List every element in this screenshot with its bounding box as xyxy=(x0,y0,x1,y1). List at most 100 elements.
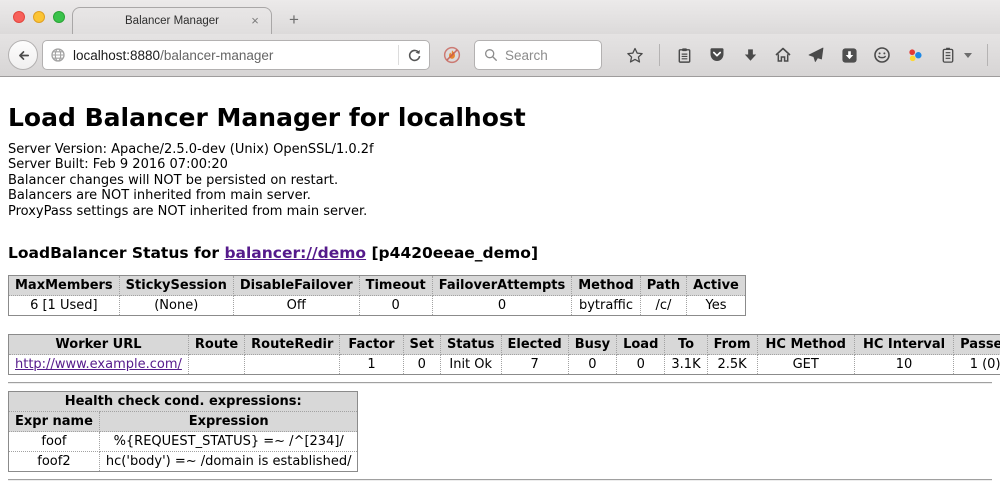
worker-data-row: http://www.example.com/ 1 0 Init Ok 7 0 … xyxy=(9,355,1000,375)
col-set: Set xyxy=(403,335,440,355)
worker-url-link[interactable]: http://www.example.com/ xyxy=(15,357,182,372)
col-passes: Passes xyxy=(954,335,1000,355)
dark-download-box-icon[interactable] xyxy=(840,46,858,64)
col-active: Active xyxy=(687,276,746,296)
cell-route xyxy=(188,355,244,375)
col-route: Route xyxy=(188,335,244,355)
bottom-rule xyxy=(8,479,992,481)
tab-balancer-manager[interactable]: Balancer Manager × xyxy=(72,7,272,34)
col-path: Path xyxy=(640,276,686,296)
cell-hc-method: GET xyxy=(757,355,854,375)
server-version-line: Server Version: Apache/2.5.0-dev (Unix) … xyxy=(8,142,992,157)
cell-elected: 7 xyxy=(501,355,568,375)
url-domain: localhost:8880 xyxy=(73,48,160,63)
dropdown-caret-icon[interactable] xyxy=(964,53,972,58)
downloads-arrow-icon[interactable] xyxy=(741,46,759,64)
back-icon xyxy=(14,46,32,64)
status-heading-prefix: LoadBalancer Status for xyxy=(8,244,224,262)
cell-expr-name-foof: foof xyxy=(9,432,100,452)
balancer-summary-table: MaxMembers StickySession DisableFailover… xyxy=(8,275,746,316)
window-controls xyxy=(13,11,65,23)
status-heading-suffix: [p4420eeae_demo] xyxy=(366,244,538,262)
col-maxmembers: MaxMembers xyxy=(9,276,120,296)
col-status: Status xyxy=(440,335,501,355)
col-load: Load xyxy=(617,335,665,355)
cell-expression-foof2: hc('body') =~ /domain is established/ xyxy=(99,452,358,472)
home-icon[interactable] xyxy=(774,46,792,64)
globe-icon xyxy=(49,46,67,64)
loadbalancer-status-heading: LoadBalancer Status for balancer://demo … xyxy=(8,244,992,262)
divider-rule xyxy=(8,382,992,384)
toolbar-icons xyxy=(626,44,1000,66)
health-row-foof2: foof2 hc('body') =~ /domain is establish… xyxy=(9,452,358,472)
search-input[interactable]: Search xyxy=(474,40,602,70)
close-window-button[interactable] xyxy=(13,11,25,23)
col-expr-name: Expr name xyxy=(9,412,100,432)
col-timeout: Timeout xyxy=(359,276,432,296)
pocket-icon[interactable] xyxy=(708,46,726,64)
cell-failoverattempts: 0 xyxy=(432,296,572,316)
cell-path: /c/ xyxy=(640,296,686,316)
url-bar[interactable]: localhost:8880/balancer-manager xyxy=(42,40,430,70)
title-bar: Balancer Manager × + xyxy=(0,0,1000,34)
smiley-chat-icon[interactable] xyxy=(873,46,891,64)
cell-maxmembers: 6 [1 Used] xyxy=(9,296,120,316)
col-hc-interval: HC Interval xyxy=(854,335,953,355)
cell-factor: 1 xyxy=(340,355,403,375)
browser-window: Balancer Manager × + localhost:8880/bala… xyxy=(0,0,1000,491)
health-row-foof: foof %{REQUEST_STATUS} =~ /^[234]/ xyxy=(9,432,358,452)
col-to: To xyxy=(665,335,707,355)
url-path: /balancer-manager xyxy=(160,48,273,63)
bookmark-star-icon[interactable] xyxy=(626,46,644,64)
search-icon xyxy=(482,46,500,64)
cell-busy: 0 xyxy=(568,355,616,375)
cell-timeout: 0 xyxy=(359,296,432,316)
col-from: From xyxy=(707,335,757,355)
cell-to: 3.1K xyxy=(665,355,707,375)
col-hc-method: HC Method xyxy=(757,335,854,355)
url-text[interactable]: localhost:8880/balancer-manager xyxy=(73,48,392,63)
paper-plane-icon[interactable] xyxy=(807,46,825,64)
col-elected: Elected xyxy=(501,335,568,355)
page-content: Load Balancer Manager for localhost Serv… xyxy=(0,77,1000,481)
col-disablefailover: DisableFailover xyxy=(233,276,359,296)
reload-icon[interactable] xyxy=(405,46,423,64)
zoom-window-button[interactable] xyxy=(53,11,65,23)
balancer-demo-link[interactable]: balancer://demo xyxy=(224,244,366,262)
proxypass-warning-line: ProxyPass settings are NOT inherited fro… xyxy=(8,204,992,219)
col-routeredir: RouteRedir xyxy=(245,335,340,355)
cell-method: bytraffic xyxy=(572,296,640,316)
col-method: Method xyxy=(572,276,640,296)
cell-expression-foof: %{REQUEST_STATUS} =~ /^[234]/ xyxy=(99,432,358,452)
urlbar-divider xyxy=(398,45,399,65)
cell-routeredir xyxy=(245,355,340,375)
cell-worker-url: http://www.example.com/ xyxy=(9,355,189,375)
cell-passes: 1 (0) xyxy=(954,355,1000,375)
cell-load: 0 xyxy=(617,355,665,375)
battery-extension-icon[interactable] xyxy=(939,46,957,64)
col-worker-url: Worker URL xyxy=(9,335,189,355)
health-check-table: Health check cond. expressions: Expr nam… xyxy=(8,391,358,472)
col-busy: Busy xyxy=(568,335,616,355)
health-title-row: Health check cond. expressions: xyxy=(9,392,358,412)
colored-dots-extension-icon[interactable] xyxy=(906,46,924,64)
col-factor: Factor xyxy=(340,335,403,355)
cell-expr-name-foof2: foof2 xyxy=(9,452,100,472)
server-info-block: Server Version: Apache/2.5.0-dev (Unix) … xyxy=(8,142,992,219)
page-title: Load Balancer Manager for localhost xyxy=(8,77,992,142)
flame-blocked-icon xyxy=(443,46,461,64)
new-tab-button[interactable]: + xyxy=(283,9,305,31)
tab-title: Balancer Manager xyxy=(125,15,219,27)
navigation-toolbar: localhost:8880/balancer-manager Search xyxy=(0,34,1000,77)
flame-blocked-button[interactable] xyxy=(438,41,466,69)
minimize-window-button[interactable] xyxy=(33,11,45,23)
inherit-warning-line: Balancers are NOT inherited from main se… xyxy=(8,188,992,203)
worker-header-row: Worker URL Route RouteRedir Factor Set S… xyxy=(9,335,1000,355)
back-button[interactable] xyxy=(8,40,38,70)
search-placeholder: Search xyxy=(505,48,548,63)
cell-active: Yes xyxy=(687,296,746,316)
cell-hc-interval: 10 xyxy=(854,355,953,375)
tab-close-icon[interactable]: × xyxy=(248,14,262,28)
worker-table: Worker URL Route RouteRedir Factor Set S… xyxy=(8,334,1000,375)
bookmarks-clipboard-icon[interactable] xyxy=(675,46,693,64)
